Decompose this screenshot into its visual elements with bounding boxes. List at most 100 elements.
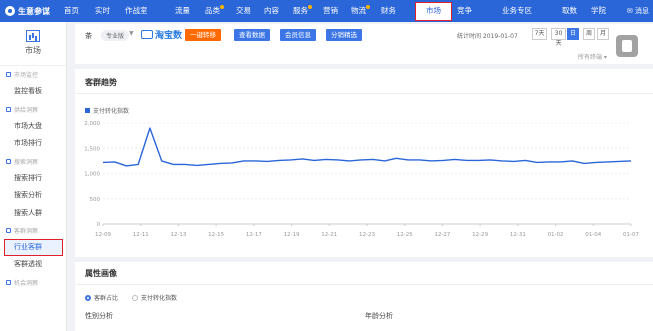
one-click-button[interactable]: 一键转移 [185, 29, 221, 41]
sidebar-item-3-1[interactable]: 客群透视 [0, 256, 66, 274]
x-tick-label: 12-27 [434, 232, 450, 238]
x-tick-label: 12-17 [246, 232, 262, 238]
nav-item-5[interactable]: 交易 [236, 0, 251, 22]
sidebar-section-1: 供给洞察 [0, 101, 66, 118]
new-badge-icon [366, 5, 370, 9]
shop-edition-badge: 专业版 [101, 30, 130, 41]
sidebar-item-1-1[interactable]: 市场排行 [0, 135, 66, 153]
nav-item-12[interactable]: 竞争 [457, 0, 472, 22]
sidebar-item-0-0[interactable]: 监控看板 [0, 83, 66, 101]
sidebar-item-2-2[interactable]: 搜索人群 [0, 205, 66, 223]
radio-share[interactable]: 客群占比 [85, 293, 118, 302]
x-tick-label: 12-15 [208, 232, 224, 238]
date-range-button-3[interactable]: 周 [583, 28, 595, 40]
x-tick-label: 12-23 [359, 232, 375, 238]
new-badge-icon [220, 5, 224, 9]
nav-item-10[interactable]: 财务 [381, 0, 396, 22]
chevron-down-icon[interactable]: ▼ [129, 30, 134, 37]
nav-item-label: 竞争 [457, 6, 472, 15]
radio-conversion-label: 支付转化指数 [141, 295, 178, 302]
date-range-button-1[interactable]: 30天 [551, 28, 566, 47]
x-tick-label: 12-25 [397, 232, 413, 238]
nav-item-11[interactable]: 市场 [415, 2, 452, 21]
platform-label: 淘宝数 [155, 31, 183, 41]
radio-share-label: 客群占比 [94, 295, 119, 302]
nav-item-0[interactable]: 首页 [64, 0, 79, 22]
top-nav: 生意参谋 首页 实时 作战室 流量 品类 交易 内容 服务 营销 物流 财务 市场 竞争 业务专区 取数 学院… [0, 0, 653, 22]
market-chart-icon [26, 30, 40, 42]
view-data-button[interactable]: 查看数据 [234, 29, 270, 41]
x-tick-label: 12-09 [95, 232, 111, 238]
nav-item-label: 物流 [351, 6, 366, 15]
sidebar-item-3-0[interactable]: 行业客群 [4, 239, 63, 256]
brand[interactable]: 生意参谋 [0, 0, 50, 22]
sidebar-item-2-1[interactable]: 搜索分析 [0, 187, 66, 205]
sidebar-section-2: 搜索洞察 [0, 153, 66, 170]
nav-item-1[interactable]: 实时 [95, 0, 110, 22]
section-icon [6, 279, 11, 285]
platform-logo[interactable]: 淘宝数 [141, 28, 182, 41]
distribution-button[interactable]: 分销精选 [326, 29, 362, 41]
nav-item-13[interactable]: 业务专区 [502, 0, 532, 22]
shop-name: 茶 [85, 32, 92, 40]
attribute-panel: 属性画像 客群占比 支付转化指数 性别分析 年龄分析 [75, 262, 653, 331]
section-icon [6, 72, 11, 77]
mail-icon: ✉ [626, 7, 635, 15]
trend-panel: 客群趋势 支付转化指数 0 500 1,000 1,500 2,000 12-09 12-1… [75, 69, 653, 257]
member-info-button[interactable]: 会员信息 [280, 29, 316, 41]
gender-analysis-label: 性别分析 [85, 312, 113, 320]
nav-item-4[interactable]: 品类 [205, 0, 224, 22]
nav-item-7[interactable]: 服务 [293, 0, 312, 22]
x-tick-label: 12-31 [510, 232, 526, 238]
section-icon [6, 158, 11, 164]
x-tick-label: 12-29 [472, 232, 488, 238]
stat-date: 统计时间 2019-01-07 [457, 33, 518, 40]
nav-item-label: 学院 [591, 6, 606, 15]
date-range-button-2[interactable]: 日 [567, 28, 579, 40]
nav-item-label: 内容 [264, 6, 279, 15]
sidebar-item-2-0[interactable]: 搜索排行 [0, 170, 66, 188]
nav-item-15[interactable]: 学院 [591, 0, 606, 22]
sidebar-section-title: 机会洞察 [14, 279, 39, 287]
sidebar: 市场 市场监控 监控看板供给洞察市场大盘 市场排行搜索洞察搜索排行 搜索分析 搜索人群客… [0, 22, 67, 331]
nav-item-label: 营销 [323, 6, 338, 15]
brand-logo-icon [5, 6, 15, 16]
nav-item-9[interactable]: 物流 [351, 0, 370, 22]
y-tick-label: 0 [97, 222, 101, 228]
nav-item-2[interactable]: 作战室 [125, 0, 148, 22]
nav-item-8[interactable]: 营销 [323, 0, 338, 22]
sidebar-item-1-0[interactable]: 市场大盘 [0, 118, 66, 136]
sidebar-section-0: 市场监控 [0, 66, 66, 83]
x-tick-label: 12-19 [284, 232, 300, 238]
y-tick-label: 1,500 [84, 146, 100, 152]
message-link[interactable]: ✉ 消息 [627, 0, 649, 22]
nav-item-label: 财务 [381, 6, 396, 15]
nav-item-3[interactable]: 流量 [175, 0, 190, 22]
nav-item-label: 市场 [426, 6, 441, 15]
series-line-0[interactable] [102, 127, 632, 167]
floating-action-icon[interactable] [616, 35, 638, 57]
terminal-select[interactable]: 所有终端 ▾ [578, 52, 607, 61]
nav-item-label: 首页 [64, 6, 79, 15]
nav-item-14[interactable]: 取数 [562, 0, 577, 22]
sidebar-section-title: 供给洞察 [14, 106, 39, 114]
radio-conversion[interactable]: 支付转化指数 [132, 293, 177, 302]
x-tick-label: 01-02 [548, 232, 564, 238]
tv-icon [141, 30, 153, 39]
sidebar-section-4: 机会洞察 [0, 274, 66, 291]
nav-item-label: 业务专区 [502, 6, 532, 15]
nav-item-6[interactable]: 内容 [264, 0, 279, 22]
date-range-button-4[interactable]: 月 [597, 28, 609, 40]
sidebar-section-title: 客群洞察 [14, 228, 39, 235]
sidebar-section-title: 搜索洞察 [14, 158, 39, 166]
sidebar-header[interactable]: 市场 [0, 22, 66, 66]
date-range-button-0[interactable]: 7天 [532, 28, 547, 40]
sidebar-header-label: 市场 [25, 46, 41, 55]
section-icon [6, 228, 11, 233]
age-analysis-label: 年龄分析 [365, 312, 393, 320]
sidebar-section-3: 客群洞察 [0, 222, 66, 239]
x-tick-label: 12-11 [133, 232, 149, 238]
nav-item-label: 服务 [293, 6, 308, 15]
trend-chart[interactable]: 0 500 1,000 1,500 2,000 12-09 12-11 12-13 12-15 1… [75, 69, 653, 257]
radio-off-icon [132, 294, 138, 301]
